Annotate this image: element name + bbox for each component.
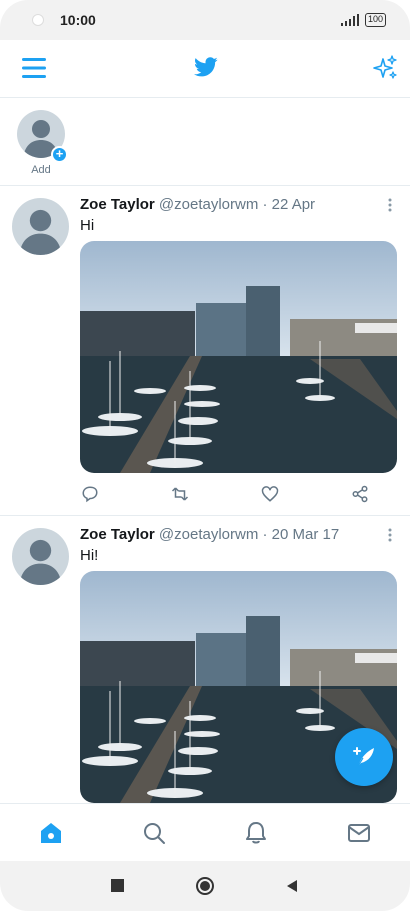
more-options-icon[interactable] [388, 528, 392, 542]
reply-icon[interactable] [80, 484, 100, 504]
menu-icon[interactable] [22, 57, 46, 79]
notifications-icon[interactable] [244, 821, 268, 845]
camera-dot [32, 14, 44, 26]
author-name[interactable]: Zoe Taylor [80, 526, 155, 543]
top-app-bar [0, 40, 410, 98]
default-avatar-icon [19, 209, 62, 255]
compose-tweet-button[interactable] [335, 728, 393, 786]
home-icon[interactable] [39, 821, 63, 845]
add-fleet-plus-icon[interactable]: + [51, 146, 68, 163]
tweet[interactable]: Zoe Taylor @zoetaylorwm · 22 Apr Hi [0, 186, 410, 516]
system-navigation-bar [0, 861, 410, 911]
tweet-header: Zoe Taylor @zoetaylorwm · 20 Mar 17 [80, 526, 339, 543]
messages-icon[interactable] [347, 821, 371, 845]
retweet-icon[interactable] [170, 484, 190, 504]
battery-indicator: 100 [364, 13, 386, 27]
phone-screen: 10:00 100 Add + Zoe Taylor @zoetaylorwm … [0, 0, 410, 911]
author-name[interactable]: Zoe Taylor [80, 196, 155, 213]
tweet-photo[interactable] [80, 241, 397, 473]
back-icon[interactable] [285, 879, 299, 893]
add-fleet-label[interactable]: Add [0, 164, 82, 176]
author-handle: @zoetaylorwm [158, 526, 259, 543]
harbor-photo [80, 241, 397, 473]
tweet-header: Zoe Taylor @zoetaylorwm · 22 Apr [80, 196, 315, 213]
author-handle: @zoetaylorwm [158, 196, 259, 213]
tweet-text: Hi! [80, 547, 99, 564]
tweet-actions [80, 484, 370, 506]
share-icon[interactable] [350, 484, 370, 504]
more-options-icon[interactable] [388, 198, 392, 212]
recents-icon[interactable] [111, 879, 125, 893]
status-time: 10:00 [60, 12, 96, 28]
tweet-date: · 22 Apr [262, 196, 316, 213]
sparkle-icon[interactable] [372, 55, 398, 81]
home-circle-icon[interactable] [195, 876, 215, 896]
twitter-bird-icon[interactable] [193, 55, 219, 79]
bottom-navigation [0, 803, 410, 861]
status-bar: 10:00 100 [0, 0, 410, 40]
tweet-author-avatar[interactable] [12, 198, 69, 255]
tweet-text: Hi [80, 217, 95, 234]
signal-icon [340, 14, 359, 26]
tweet-author-avatar[interactable] [12, 528, 69, 585]
like-icon[interactable] [260, 484, 280, 504]
search-icon[interactable] [142, 821, 166, 845]
fleets-row: Add [0, 98, 410, 186]
compose-feather-icon [353, 747, 374, 767]
default-avatar-icon [19, 539, 62, 585]
tweet-date: · 20 Mar 17 [262, 526, 340, 543]
